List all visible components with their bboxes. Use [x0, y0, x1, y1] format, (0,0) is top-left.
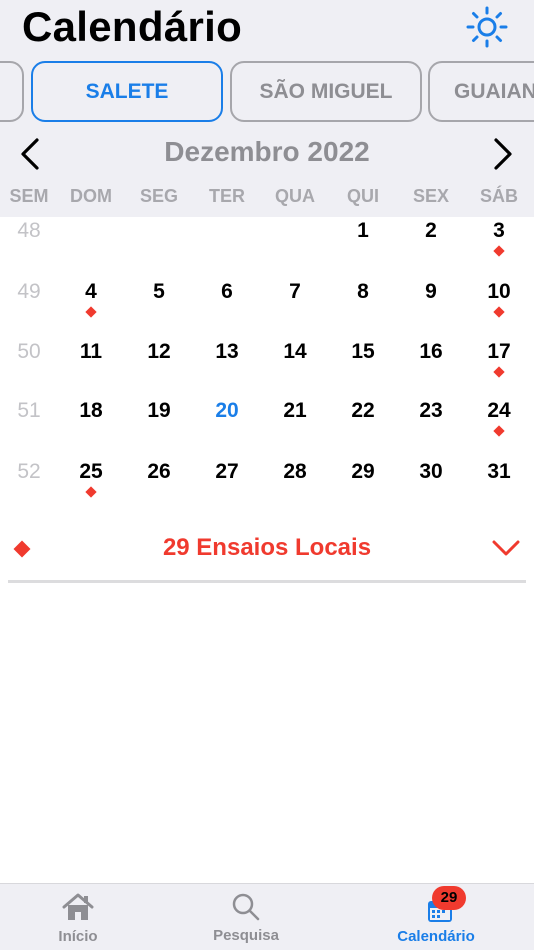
day-cell[interactable]: 11 [61, 340, 121, 364]
day-cell[interactable]: 31 [469, 460, 529, 484]
week-number: 52 [17, 460, 41, 483]
page-title: Calendário [22, 3, 243, 50]
weekday-header: SEM [9, 186, 49, 206]
day-cell[interactable]: 16 [401, 340, 461, 364]
event-dot-icon [493, 245, 505, 257]
weekday-header: SEG [139, 186, 178, 206]
tabbar-label: Início [58, 928, 98, 945]
event-dot-icon [493, 425, 505, 437]
week-number: 49 [17, 280, 41, 303]
weekday-header: SÁB [479, 186, 518, 206]
day-cell[interactable]: 20 [197, 399, 257, 423]
day-cell[interactable]: 8 [333, 280, 393, 304]
day-cell[interactable]: 1 [333, 219, 393, 243]
day-cell[interactable]: 13 [197, 340, 257, 364]
week-number: 50 [17, 340, 41, 363]
month-label: Dezembro 2022 [164, 136, 370, 167]
weekday-header: TER [209, 186, 245, 206]
tab-guaianases[interactable]: GUAIANASES [428, 61, 534, 122]
day-cell[interactable]: 23 [401, 399, 461, 423]
day-cell[interactable]: 21 [265, 399, 325, 423]
day-cell[interactable]: 10 [469, 280, 529, 304]
tab-previous[interactable] [0, 61, 24, 122]
tabbar-label: Pesquisa [213, 927, 279, 944]
day-cell[interactable]: 4 [61, 280, 121, 304]
calendar-grid: 48 1 2 3 49 4 5 6 7 8 9 10 50 11 12 13 14 15 16 17 51 18 19 20 2… [0, 217, 534, 517]
event-dot-icon [85, 306, 97, 318]
day-cell[interactable]: 30 [401, 460, 461, 484]
tabbar-item-inicio[interactable]: Início [8, 884, 148, 950]
day-cell[interactable]: 17 [469, 340, 529, 364]
day-cell[interactable]: 24 [469, 399, 529, 423]
events-summary-text: 29 Ensaios Locais [162, 534, 372, 561]
weekday-header: QUA [275, 186, 315, 206]
day-cell[interactable]: 25 [61, 460, 121, 484]
chevron-down-icon[interactable] [491, 538, 521, 558]
tab-salete[interactable]: SALETE [31, 61, 223, 122]
event-dot-icon [493, 306, 505, 318]
week-number: 51 [17, 399, 41, 422]
day-cell[interactable]: 3 [469, 219, 529, 243]
day-cell[interactable]: 28 [265, 460, 325, 484]
day-cell[interactable]: 27 [197, 460, 257, 484]
day-cell[interactable]: 7 [265, 280, 325, 304]
divider [8, 580, 526, 583]
weekday-header: QUI [346, 186, 379, 206]
day-cell[interactable]: 2 [401, 219, 461, 243]
day-cell[interactable]: 22 [333, 399, 393, 423]
day-cell[interactable]: 5 [129, 280, 189, 304]
notification-badge: 29 [432, 886, 466, 910]
day-cell[interactable]: 14 [265, 340, 325, 364]
weekday-header: DOM [70, 186, 112, 206]
day-cell[interactable]: 19 [129, 399, 189, 423]
tabbar-item-pesquisa[interactable]: Pesquisa [176, 884, 316, 950]
tab-sao-miguel[interactable]: SÃO MIGUEL [230, 61, 422, 122]
sun-icon[interactable] [466, 6, 508, 48]
day-cell[interactable]: 12 [129, 340, 189, 364]
event-dot-icon [493, 366, 505, 378]
tabbar-label: Calendário [397, 928, 475, 945]
header-area: Calendário SALETE SÃO MIGUEL GUAIANASES … [0, 0, 534, 217]
day-cell[interactable]: 18 [61, 399, 121, 423]
events-summary[interactable]: 29 Ensaios Locais [0, 530, 534, 572]
search-icon [232, 893, 260, 921]
day-cell[interactable]: 26 [129, 460, 189, 484]
location-tabs: SALETE SÃO MIGUEL GUAIANASES [0, 61, 534, 123]
weekday-header: SEX [412, 186, 450, 206]
day-cell[interactable]: 6 [197, 280, 257, 304]
day-cell[interactable]: 29 [333, 460, 393, 484]
day-cell[interactable]: 15 [333, 340, 393, 364]
week-number: 48 [17, 219, 41, 242]
event-dot-icon [85, 486, 97, 498]
home-icon [62, 893, 94, 920]
day-cell[interactable]: 9 [401, 280, 461, 304]
weekday-header-row: SEM DOM SEG TER QUA QUI SEX SÁB [0, 186, 534, 210]
next-month-button[interactable] [487, 134, 517, 174]
